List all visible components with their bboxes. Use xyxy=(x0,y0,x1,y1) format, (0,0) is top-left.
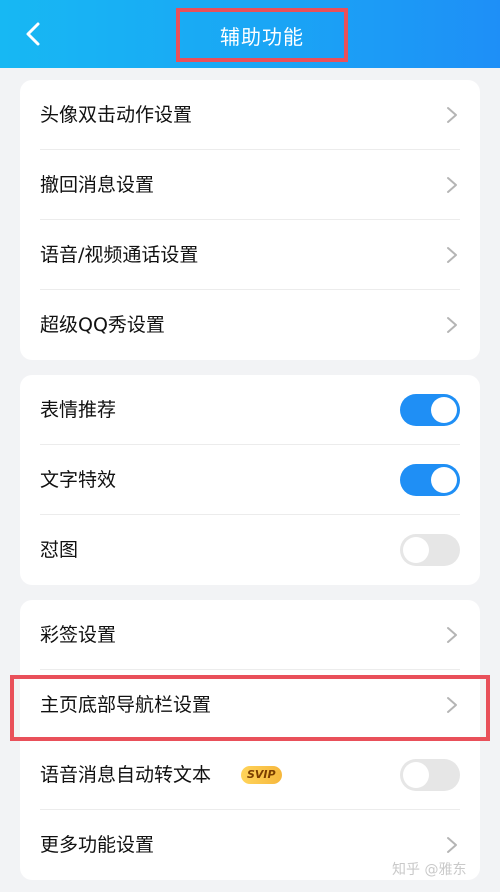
text-effects-toggle[interactable] xyxy=(400,464,460,496)
row-label: 主页底部导航栏设置 xyxy=(40,694,212,716)
toggle-knob xyxy=(403,537,429,563)
settings-card-3: 彩签设置 主页底部导航栏设置 语音消息自动转文本 SVIP 更多功能设置 xyxy=(20,600,480,880)
row-super-qq-show-settings[interactable]: 超级QQ秀设置 xyxy=(20,290,480,360)
row-emoji-recommendation: 表情推荐 xyxy=(20,375,480,445)
toggle-knob xyxy=(403,762,429,788)
voice-to-text-toggle[interactable] xyxy=(400,759,460,791)
settings-card-2: 表情推荐 文字特效 怼图 xyxy=(20,375,480,585)
row-color-tag-settings[interactable]: 彩签设置 xyxy=(20,600,480,670)
title-bar: 辅助功能 xyxy=(0,0,500,68)
row-label: 语音/视频通话设置 xyxy=(40,244,199,266)
chevron-right-icon xyxy=(447,627,457,643)
toggle-knob xyxy=(431,467,457,493)
chevron-right-icon xyxy=(447,317,457,333)
row-avatar-double-click-settings[interactable]: 头像双击动作设置 xyxy=(20,80,480,150)
row-label: 超级QQ秀设置 xyxy=(40,314,165,336)
row-dui-tu: 怼图 xyxy=(20,515,480,585)
settings-card-1: 头像双击动作设置 撤回消息设置 语音/视频通话设置 超级QQ秀设置 xyxy=(20,80,480,360)
page-title: 辅助功能 xyxy=(220,24,304,49)
row-home-bottom-nav-settings[interactable]: 主页底部导航栏设置 xyxy=(20,670,480,740)
chevron-right-icon xyxy=(447,177,457,193)
title-highlight-box: 辅助功能 xyxy=(176,8,348,62)
row-label: 语音消息自动转文本 xyxy=(40,764,212,786)
toggle-knob xyxy=(431,397,457,423)
row-label: 文字特效 xyxy=(40,469,117,491)
watermark: 知乎 @雅东 xyxy=(392,862,467,878)
dui-tu-toggle[interactable] xyxy=(400,534,460,566)
emoji-recommendation-toggle[interactable] xyxy=(400,394,460,426)
chevron-right-icon xyxy=(447,697,457,713)
row-label: 撤回消息设置 xyxy=(40,174,155,196)
row-label: 头像双击动作设置 xyxy=(40,104,193,126)
back-button[interactable] xyxy=(18,18,50,50)
row-voice-to-text: 语音消息自动转文本 SVIP xyxy=(20,740,480,810)
chevron-right-icon xyxy=(447,247,457,263)
row-label: 怼图 xyxy=(40,539,79,561)
row-recall-message-settings[interactable]: 撤回消息设置 xyxy=(20,150,480,220)
back-arrow-icon xyxy=(26,22,40,46)
row-label: 彩签设置 xyxy=(40,624,117,646)
row-label: 更多功能设置 xyxy=(40,834,155,856)
chevron-right-icon xyxy=(447,107,457,123)
row-voice-video-call-settings[interactable]: 语音/视频通话设置 xyxy=(20,220,480,290)
chevron-right-icon xyxy=(447,837,457,853)
svip-badge: SVIP xyxy=(241,766,282,784)
row-text-effects: 文字特效 xyxy=(20,445,480,515)
row-label: 表情推荐 xyxy=(40,399,117,421)
